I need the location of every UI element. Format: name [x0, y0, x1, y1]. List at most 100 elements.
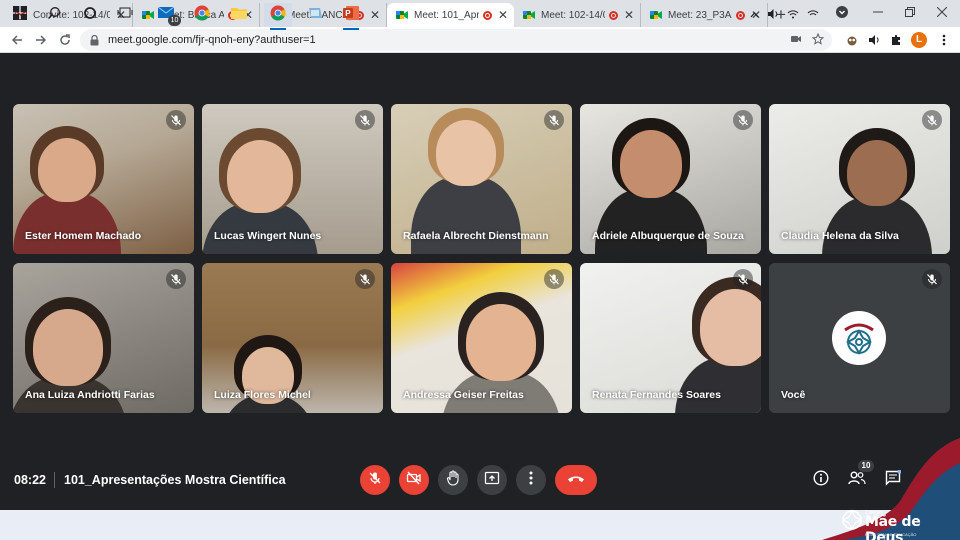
meet-icon	[523, 9, 535, 21]
wifi-warning-icon[interactable]	[807, 8, 819, 23]
participant-avatar	[832, 311, 886, 365]
participant-name: Adriele Albuquerque de Souza	[592, 230, 744, 242]
file-explorer-icon	[230, 6, 248, 25]
muted-mic-icon	[922, 110, 942, 130]
participant-face	[620, 130, 682, 199]
raise-hand-icon	[446, 469, 460, 491]
wifi-icon[interactable]	[787, 8, 799, 23]
windows-icon	[13, 5, 27, 25]
participant-tile[interactable]: Renata Fernandes Soares	[580, 263, 761, 413]
profile-avatar[interactable]: L	[907, 29, 931, 51]
leave-call-button[interactable]	[555, 465, 597, 495]
address-bar[interactable]: meet.google.com/fjr-qnoh-eny?authuser=1	[80, 29, 832, 51]
cortana-icon	[83, 6, 97, 25]
system-tray	[750, 8, 819, 23]
meet-icon	[396, 9, 408, 21]
participant-tile[interactable]: Lucas Wingert Nunes	[202, 104, 383, 254]
more-icon	[529, 471, 533, 490]
muted-mic-icon	[355, 110, 375, 130]
participant-face	[436, 120, 496, 186]
forward-button[interactable]	[29, 29, 53, 51]
restore-button[interactable]	[894, 0, 926, 24]
cortana-button[interactable]	[76, 3, 104, 27]
more-options-button[interactable]	[516, 465, 546, 495]
chrome-active-icon	[270, 5, 286, 26]
extension-owl-icon[interactable]	[840, 29, 864, 51]
mail-badge: 10	[168, 15, 181, 26]
logo-tagline: REDE SON DE EDUCAÇÃO	[865, 532, 917, 537]
browser-toolbar: meet.google.com/fjr-qnoh-eny?authuser=1 …	[0, 27, 960, 53]
task-view-button[interactable]	[111, 3, 139, 27]
close-tab-icon[interactable]: ✕	[624, 8, 634, 22]
camera-in-use-icon[interactable]	[790, 33, 802, 48]
tab-title: Meet: 102-14/0	[541, 9, 605, 21]
teams-icon	[306, 6, 324, 25]
recording-indicator-icon	[482, 10, 492, 20]
participant-face	[227, 140, 293, 213]
chevron-up-icon[interactable]	[750, 10, 759, 21]
chrome-app-button[interactable]	[188, 3, 216, 27]
close-tab-icon[interactable]: ✕	[370, 8, 380, 22]
camera-toggle-button[interactable]	[399, 465, 429, 495]
participant-tile[interactable]: Luiza Flores Michel	[202, 263, 383, 413]
lock-icon	[90, 34, 102, 46]
participant-tile[interactable]: Claudia Helena da Silva	[769, 104, 950, 254]
participant-name: Você	[781, 389, 806, 401]
profile-initial: L	[911, 31, 927, 48]
hang-up-icon	[567, 471, 585, 489]
participant-name: Rafaela Albrecht Dienstmann	[403, 230, 549, 242]
participant-face	[700, 289, 761, 366]
participant-face	[847, 140, 907, 206]
chrome-icon	[194, 5, 210, 26]
minimize-button[interactable]	[862, 0, 894, 24]
powerpoint-icon: P	[342, 5, 360, 26]
participant-tile[interactable]: Rafaela Albrecht Dienstmann	[391, 104, 572, 254]
participant-tile[interactable]: Ester Homem Machado	[13, 104, 194, 254]
mic-toggle-button[interactable]	[360, 465, 390, 495]
meeting-title: 101_Apresentações Mostra Científica	[64, 473, 286, 487]
bookmark-star-icon[interactable]	[811, 32, 825, 48]
back-button[interactable]	[5, 29, 29, 51]
participant-tile[interactable]: Você	[769, 263, 950, 413]
windows-taskbar	[0, 510, 960, 540]
meet-icon	[650, 9, 662, 21]
chrome-menu-icon[interactable]	[932, 29, 956, 51]
present-button[interactable]	[477, 465, 507, 495]
search-icon	[47, 6, 61, 25]
taskbar-search-button[interactable]	[40, 3, 68, 27]
recording-indicator-icon	[608, 10, 618, 20]
participant-name: Andressa Geiser Freitas	[403, 389, 524, 401]
audio-extension-icon[interactable]	[862, 29, 886, 51]
divider	[54, 472, 55, 488]
participant-name: Luiza Flores Michel	[214, 389, 311, 401]
extensions-puzzle-icon[interactable]	[884, 29, 908, 51]
reload-button[interactable]	[53, 29, 77, 51]
powerpoint-app-button[interactable]: P	[337, 3, 365, 30]
tab-title: Meet: 23_P3A2	[668, 9, 732, 21]
teams-app-button[interactable]	[301, 3, 329, 27]
participant-face	[466, 304, 536, 381]
participant-name: Claudia Helena da Silva	[781, 230, 899, 242]
participant-tile[interactable]: Andressa Geiser Freitas	[391, 263, 572, 413]
browser-tab-4[interactable]: Meet: 101_Apre ✕	[387, 3, 514, 27]
volume-icon[interactable]	[767, 8, 779, 23]
svg-text:P: P	[345, 9, 351, 18]
chrome-active-button[interactable]	[264, 3, 292, 30]
close-window-button[interactable]	[926, 0, 958, 24]
raise-hand-button[interactable]	[438, 465, 468, 495]
tab-title: Meet: 101_Apre	[414, 9, 479, 21]
recording-indicator-icon	[735, 10, 745, 20]
start-button[interactable]	[6, 3, 34, 27]
browser-tab-6[interactable]: Meet: 23_P3A2 ✕	[641, 3, 768, 27]
close-tab-icon[interactable]: ✕	[498, 8, 508, 22]
meeting-clock: 08:22	[14, 473, 46, 487]
muted-mic-icon	[166, 110, 186, 130]
mail-app-button[interactable]: 10	[153, 3, 181, 27]
participant-tile[interactable]: Ana Luiza Andriotti Farias	[13, 263, 194, 413]
browser-tab-5[interactable]: Meet: 102-14/0 ✕	[514, 3, 641, 27]
file-explorer-button[interactable]	[225, 3, 253, 27]
participant-tile[interactable]: Adriele Albuquerque de Souza	[580, 104, 761, 254]
muted-mic-icon	[733, 269, 753, 289]
participant-name: Renata Fernandes Soares	[592, 389, 721, 401]
tab-search-icon[interactable]	[830, 0, 854, 24]
